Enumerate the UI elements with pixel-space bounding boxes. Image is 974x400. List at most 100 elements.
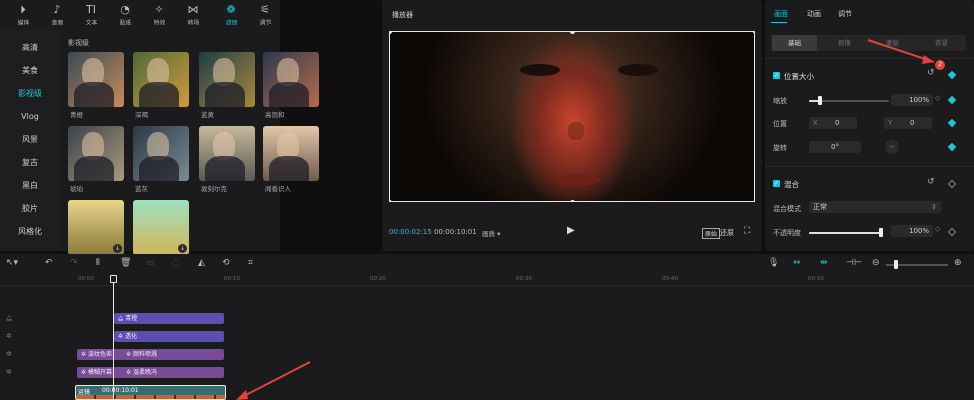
stepper-icon[interactable]: ◇	[935, 225, 940, 233]
undo-icon[interactable]: ↶	[45, 258, 53, 268]
filter-thumbnail[interactable]	[263, 126, 319, 181]
link-magnet-icon[interactable]: ⇔	[793, 258, 801, 268]
player-panel: 播放器 00:00:02:15 00:00:10:01 画质 ▾ ▶ 原始 还原…	[382, 0, 762, 251]
keyframe-diamond-icon[interactable]	[947, 227, 957, 237]
stepper-icon[interactable]: ◇	[935, 94, 940, 102]
tool-transition[interactable]: ⋈ 转场	[175, 0, 211, 30]
redo-icon[interactable]: ↷	[70, 258, 78, 268]
subtab-keying[interactable]: 抠像	[822, 35, 867, 51]
fullscreen-icon[interactable]: ⛶	[744, 226, 750, 236]
crop-icon[interactable]: ⌗	[248, 258, 253, 268]
blend-mode-select[interactable]: 正常 ⇕	[809, 201, 941, 213]
tool-filter[interactable]: ❁ 滤镜	[213, 0, 249, 30]
download-icon[interactable]: ↓	[178, 244, 187, 253]
y-label: Y	[888, 119, 893, 127]
category-item[interactable]: 美食	[0, 61, 60, 81]
tool-text[interactable]: TI 文本	[73, 0, 109, 30]
tool-audio[interactable]: ♪ 音频	[39, 0, 75, 30]
download-icon[interactable]: ↓	[113, 244, 122, 253]
rotate-value[interactable]: 0°	[809, 141, 861, 153]
effect-track-icon: ✲	[6, 350, 12, 358]
resize-handle[interactable]	[390, 200, 392, 201]
rotate-icon[interactable]: ⟲	[222, 258, 230, 268]
tool-adjust[interactable]: ⚟ 调节	[247, 0, 283, 30]
filter-thumbnail[interactable]: ↓	[133, 200, 189, 255]
rotate-dial-icon[interactable]: –	[885, 140, 899, 154]
category-list: 高清 美食 影视级 Vlog 风景 复古 黑白 胶片 风格化	[0, 30, 60, 251]
tab-adjust[interactable]: 调节	[838, 9, 852, 19]
microphone-icon[interactable]: 🎙	[768, 258, 779, 268]
filter-thumbnail[interactable]	[199, 52, 255, 107]
split-icon[interactable]: ⫴	[96, 258, 100, 268]
effect-clip[interactable]: ✲ 颜料喷溅	[114, 349, 224, 360]
snap-icon[interactable]: ⇹	[820, 258, 828, 268]
filter-thumbnail[interactable]	[133, 52, 189, 107]
main-video-clip[interactable]: 运镜 00:00:10:01	[75, 385, 226, 400]
filter-thumbnail[interactable]	[263, 52, 319, 107]
filter-thumbnail[interactable]	[68, 126, 124, 181]
playhead[interactable]	[113, 277, 114, 400]
category-item[interactable]: 风格化	[0, 222, 60, 242]
category-item[interactable]: 黑白	[0, 176, 60, 196]
category-item-active[interactable]: 影视级	[0, 84, 60, 104]
video-preview[interactable]	[389, 31, 755, 202]
keyframe-diamond-icon[interactable]	[947, 95, 957, 105]
reset-icon[interactable]: ↺	[927, 68, 935, 78]
playhead-handle[interactable]	[110, 275, 117, 283]
filter-thumbnail[interactable]	[199, 126, 255, 181]
split-view-icon[interactable]: ⊣⊢	[846, 258, 862, 268]
category-item[interactable]: Vlog	[0, 107, 60, 127]
category-item[interactable]: 复古	[0, 153, 60, 173]
resize-handle[interactable]	[753, 32, 754, 34]
blend-checkbox[interactable]: ✓	[773, 180, 780, 187]
reset-icon[interactable]: ↺	[927, 177, 935, 187]
play-icon[interactable]: ▶	[567, 225, 575, 236]
filter-clip[interactable]: ⧋ 青橙	[114, 313, 224, 324]
effect-clip[interactable]: ✲ 温柔晚冯	[114, 367, 224, 378]
ratio-dropdown[interactable]: 画质 ▾	[482, 228, 500, 238]
reverse-icon[interactable]: ◌	[172, 258, 180, 268]
category-item[interactable]: 风景	[0, 130, 60, 150]
opacity-value[interactable]: 100%	[891, 225, 933, 237]
time-ruler[interactable]: 00:00 00:10 00:20 00:30 00:40 00:50	[0, 274, 974, 286]
tool-sticker[interactable]: ◔ 贴纸	[107, 0, 143, 30]
portrait-body	[205, 82, 245, 107]
restore-button[interactable]: 还原	[720, 228, 734, 238]
freeze-icon[interactable]: ▭	[146, 258, 155, 268]
resize-handle[interactable]	[753, 200, 754, 201]
delete-icon[interactable]: 🗑	[120, 258, 131, 268]
position-label: 位置	[773, 120, 787, 128]
filter-label: 蓝灰	[135, 185, 148, 193]
filter-thumbnail[interactable]	[133, 126, 189, 181]
tool-effects[interactable]: ✧ 特效	[141, 0, 177, 30]
zoom-in-icon[interactable]: ⊕	[954, 258, 962, 268]
tab-animation[interactable]: 动画	[807, 9, 821, 19]
opacity-slider-knob[interactable]	[879, 228, 883, 237]
effect-clip[interactable]: ✲ 透化	[114, 331, 224, 342]
pos-size-checkbox[interactable]: ✓	[773, 72, 780, 79]
original-badge[interactable]: 原始	[702, 228, 721, 239]
mirror-icon[interactable]: ◭	[198, 258, 205, 268]
zoom-out-icon[interactable]: ⊖	[872, 258, 880, 268]
y-field[interactable]: Y0	[884, 117, 932, 129]
keyframe-diamond-icon[interactable]	[947, 179, 957, 189]
select-cursor-icon[interactable]: ↖▾	[6, 258, 18, 268]
filter-thumbnail[interactable]	[68, 52, 124, 107]
resize-handle[interactable]	[570, 200, 575, 201]
subtab-basic[interactable]: 基础	[772, 35, 817, 51]
scale-slider-knob[interactable]	[818, 96, 823, 105]
x-field[interactable]: X0	[809, 117, 857, 129]
subtab-mask[interactable]: 蒙版	[870, 35, 915, 51]
subtab-background[interactable]: 背景	[919, 35, 964, 51]
category-item[interactable]: 高清	[0, 38, 60, 58]
filter-thumbnail[interactable]: ↓	[68, 200, 124, 255]
zoom-slider-knob[interactable]	[894, 260, 898, 269]
category-item[interactable]: 胶片	[0, 199, 60, 219]
scale-value[interactable]: 100%	[891, 94, 933, 106]
media-toolbar: ⏵ 媒体 ♪ 音频 TI 文本 ◔ 贴纸 ✧ 特效 ⋈ 转场 ❁ 滤镜 ⚟ 调节	[0, 0, 280, 30]
keyframe-diamond-icon[interactable]	[947, 70, 957, 80]
keyframe-diamond-icon[interactable]	[947, 118, 957, 128]
tab-picture[interactable]: 画面	[774, 9, 788, 19]
tool-media[interactable]: ⏵ 媒体	[5, 0, 41, 30]
keyframe-diamond-icon[interactable]	[947, 142, 957, 152]
